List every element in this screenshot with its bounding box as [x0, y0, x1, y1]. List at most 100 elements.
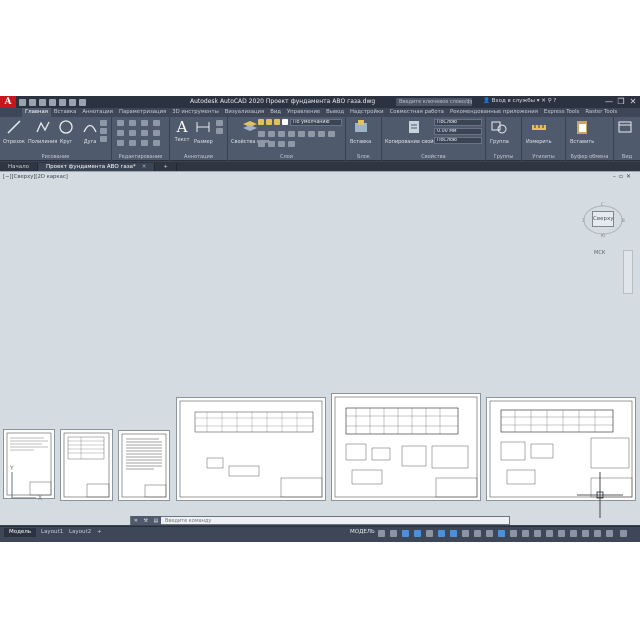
- grid-icon[interactable]: [378, 530, 385, 537]
- measure-button[interactable]: Измерить: [526, 119, 552, 145]
- tab-model[interactable]: Модель: [4, 528, 37, 537]
- autoscale-icon[interactable]: [522, 530, 529, 537]
- snap-icon[interactable]: [390, 530, 397, 537]
- tab-raster-tools[interactable]: Raster Tools: [582, 108, 620, 117]
- current-layer-dropdown[interactable]: По умолчанию: [290, 119, 342, 126]
- erase-icon[interactable]: [153, 120, 160, 126]
- tab-insert[interactable]: Вставка: [51, 108, 79, 117]
- hardware-acceleration-icon[interactable]: [594, 530, 601, 537]
- lineweight-dropdown[interactable]: 0.00 мм: [434, 128, 482, 135]
- minimize-button[interactable]: —: [604, 97, 614, 107]
- copy-icon[interactable]: [117, 130, 124, 136]
- tab-featured-apps[interactable]: Рекомендованные приложения: [447, 108, 541, 117]
- viewcube[interactable]: С В З Ю Сверху МСК: [582, 202, 628, 256]
- drawing-sheet-4[interactable]: [176, 397, 326, 501]
- model-space-toggle[interactable]: МОДЕЛЬ: [350, 529, 375, 535]
- layer-tool-icon[interactable]: [328, 131, 335, 137]
- layer-tool-icon[interactable]: [278, 141, 285, 147]
- layer-tool-icon[interactable]: [268, 131, 275, 137]
- undo-icon[interactable]: [69, 98, 76, 106]
- group-button[interactable]: Группа: [490, 119, 509, 145]
- table-icon[interactable]: [216, 128, 223, 134]
- offset-icon[interactable]: [153, 140, 160, 146]
- quick-properties-icon[interactable]: [570, 530, 577, 537]
- stretch-icon[interactable]: [117, 140, 124, 146]
- new-layout-button[interactable]: +: [92, 528, 107, 537]
- tab-express-tools[interactable]: Express Tools: [541, 108, 582, 117]
- plot-icon[interactable]: [59, 98, 66, 106]
- layer-color-icon[interactable]: [282, 119, 288, 125]
- transparency-icon[interactable]: [474, 530, 481, 537]
- layer-tool-icon[interactable]: [298, 131, 305, 137]
- layer-tool-icon[interactable]: [288, 141, 295, 147]
- linetype-dropdown[interactable]: ПоСлою: [434, 137, 482, 144]
- layer-tool-icon[interactable]: [318, 131, 325, 137]
- wcs-dropdown[interactable]: МСК: [594, 250, 605, 256]
- mirror-icon[interactable]: [129, 130, 136, 136]
- redo-icon[interactable]: [79, 98, 86, 106]
- drawing-sheet-3[interactable]: [118, 430, 170, 501]
- layer-tool-icon[interactable]: [308, 131, 315, 137]
- trim-icon[interactable]: [141, 120, 148, 126]
- tab-start[interactable]: Начало: [0, 163, 39, 171]
- layer-tool-icon[interactable]: [278, 131, 285, 137]
- polar-tracking-icon[interactable]: [414, 530, 421, 537]
- search-input[interactable]: Введите ключевое слово/фразу: [396, 98, 472, 106]
- tab-view[interactable]: Вид: [267, 108, 284, 117]
- drawing-sheet-2[interactable]: [60, 429, 113, 501]
- command-history-icon[interactable]: ▤: [153, 518, 158, 524]
- arc-tool-button[interactable]: Дуга: [82, 119, 98, 145]
- lineweight-icon[interactable]: [462, 530, 469, 537]
- move-icon[interactable]: [117, 120, 124, 126]
- tab-3d-tools[interactable]: 3D инструменты: [169, 108, 222, 117]
- viewport-controls[interactable]: [−][Сверху][2D каркас]: [3, 174, 68, 180]
- layer-tool-icon[interactable]: [268, 141, 275, 147]
- layer-freeze-icon[interactable]: [266, 119, 272, 125]
- ellipse-icon[interactable]: [100, 136, 107, 142]
- drawing-sheet-5[interactable]: [331, 393, 481, 501]
- isometric-icon[interactable]: [426, 530, 433, 537]
- workspace-gear-icon[interactable]: [534, 530, 541, 537]
- tab-parametric[interactable]: Параметризация: [116, 108, 169, 117]
- close-command-icon[interactable]: ✕: [134, 518, 138, 524]
- view-button[interactable]: [617, 119, 633, 139]
- annotation-scale-icon[interactable]: [498, 530, 505, 537]
- autocad-logo-button[interactable]: A: [0, 96, 16, 108]
- layer-on-icon[interactable]: [258, 119, 264, 125]
- save-as-icon[interactable]: [49, 98, 56, 106]
- layer-tool-icon[interactable]: [288, 131, 295, 137]
- wrench-icon[interactable]: ⚒: [143, 518, 147, 524]
- new-tab-button[interactable]: +: [155, 163, 177, 171]
- viewcube-face-top[interactable]: Сверху: [592, 211, 614, 227]
- save-icon[interactable]: [39, 98, 46, 106]
- new-file-icon[interactable]: [19, 98, 26, 106]
- tab-annotate[interactable]: Аннотации: [79, 108, 116, 117]
- annotation-visibility-icon[interactable]: [510, 530, 517, 537]
- dimension-tool-button[interactable]: Размер: [194, 119, 213, 145]
- tab-collaborate[interactable]: Совместная работа: [387, 108, 447, 117]
- polyline-tool-button[interactable]: Полилиния: [28, 119, 57, 145]
- annotation-monitor-icon[interactable]: [546, 530, 553, 537]
- leader-icon[interactable]: [216, 120, 223, 126]
- signin-button[interactable]: 👤 Вход в службы ▾ ✕ ⚲ ?: [483, 98, 556, 104]
- text-tool-button[interactable]: A Текст: [174, 119, 190, 143]
- tab-document[interactable]: Проект фундамента АВО газа* ✕: [38, 163, 156, 171]
- tab-output[interactable]: Вывод: [323, 108, 347, 117]
- insert-block-button[interactable]: Вставка: [350, 119, 371, 145]
- command-input[interactable]: [161, 516, 509, 525]
- tab-visualize[interactable]: Визуализация: [222, 108, 267, 117]
- units-icon[interactable]: [558, 530, 565, 537]
- fillet-icon[interactable]: [141, 130, 148, 136]
- rectangle-icon[interactable]: [100, 120, 107, 126]
- layer-tool-icon[interactable]: [258, 131, 265, 137]
- object-snap-tracking-icon[interactable]: [438, 530, 445, 537]
- navigation-bar[interactable]: [623, 250, 633, 294]
- tab-home[interactable]: Главная: [22, 108, 51, 117]
- maximize-button[interactable]: ❐: [616, 97, 626, 107]
- customization-menu-icon[interactable]: [620, 530, 627, 537]
- tab-addins[interactable]: Надстройки: [347, 108, 387, 117]
- circle-tool-button[interactable]: Круг: [58, 119, 74, 145]
- clean-screen-icon[interactable]: [606, 530, 613, 537]
- viewport-window-buttons[interactable]: –▫✕: [613, 173, 634, 180]
- layer-lock-icon[interactable]: [274, 119, 280, 125]
